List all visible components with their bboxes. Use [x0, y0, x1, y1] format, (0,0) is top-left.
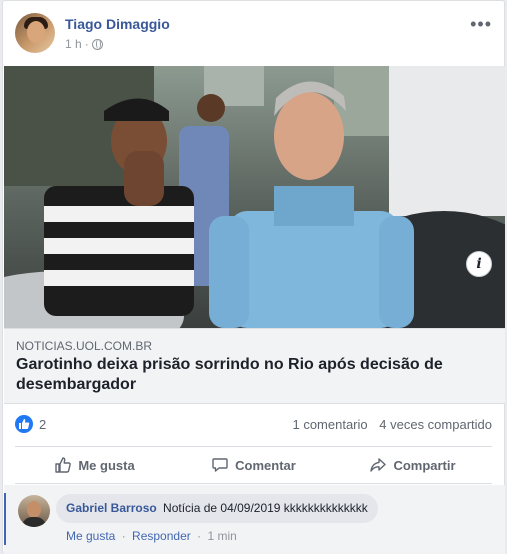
comment-text: Notícia de 04/09/2019 kkkkkkkkkkkkkk	[163, 501, 368, 515]
thumbs-up-icon	[55, 457, 72, 473]
share-button-label: Compartir	[393, 457, 456, 473]
comment-time[interactable]: 1 min	[207, 529, 236, 543]
comment-button-label: Comentar	[235, 457, 296, 473]
more-options-icon[interactable]: •••	[470, 15, 492, 33]
post-header: Tiago Dimaggio 1 h · •••	[15, 13, 492, 55]
share-icon	[370, 458, 387, 472]
author-name[interactable]: Tiago Dimaggio	[65, 16, 170, 32]
like-reaction-icon[interactable]	[15, 415, 33, 433]
link-title[interactable]: Garotinho deixa prisão sorrindo no Rio a…	[16, 355, 486, 395]
post-time[interactable]: 1 h	[65, 37, 82, 51]
comment-meta-dot: ·	[197, 529, 202, 543]
like-count[interactable]: 2	[39, 417, 46, 432]
link-preview[interactable]: NOTICIAS.UOL.COM.BR Garotinho deixa pris…	[4, 328, 505, 404]
comment-bubble: Gabriel Barroso Notícia de 04/09/2019 kk…	[56, 494, 378, 523]
post-meta: 1 h ·	[65, 37, 103, 51]
post-card: Tiago Dimaggio 1 h · ••• i NOTICIAS.UOL.…	[2, 0, 505, 554]
share-button[interactable]: Compartir	[333, 447, 492, 483]
commenter-name[interactable]: Gabriel Barroso	[66, 501, 157, 515]
share-count[interactable]: 4 veces compartido	[379, 417, 492, 432]
comment-meta-dot: ·	[121, 529, 126, 543]
stats-right: 1 comentario 4 veces compartido	[292, 417, 492, 432]
meta-separator: ·	[84, 37, 89, 51]
like-button[interactable]: Me gusta	[15, 447, 174, 483]
comment-button[interactable]: Comentar	[174, 447, 333, 483]
like-button-label: Me gusta	[78, 457, 135, 473]
comment-reply-link[interactable]: Responder	[132, 529, 191, 543]
post-stats: 2 1 comentario 4 veces compartido	[15, 406, 492, 442]
comment-meta: Me gusta · Responder · 1 min	[66, 529, 237, 543]
info-icon[interactable]: i	[466, 251, 492, 277]
comment-count[interactable]: 1 comentario	[292, 417, 367, 432]
comment-section: Gabriel Barroso Notícia de 04/09/2019 kk…	[4, 485, 505, 554]
commenter-avatar[interactable]	[18, 495, 50, 527]
action-bar: Me gusta Comentar Compartir	[15, 446, 492, 484]
author-avatar[interactable]	[15, 13, 55, 53]
link-domain: NOTICIAS.UOL.COM.BR	[16, 339, 153, 353]
news-photo[interactable]	[4, 66, 505, 328]
comment-icon	[212, 458, 228, 472]
news-photo-image	[4, 66, 505, 328]
globe-icon[interactable]	[91, 38, 103, 50]
comment-like-link[interactable]: Me gusta	[66, 529, 115, 543]
